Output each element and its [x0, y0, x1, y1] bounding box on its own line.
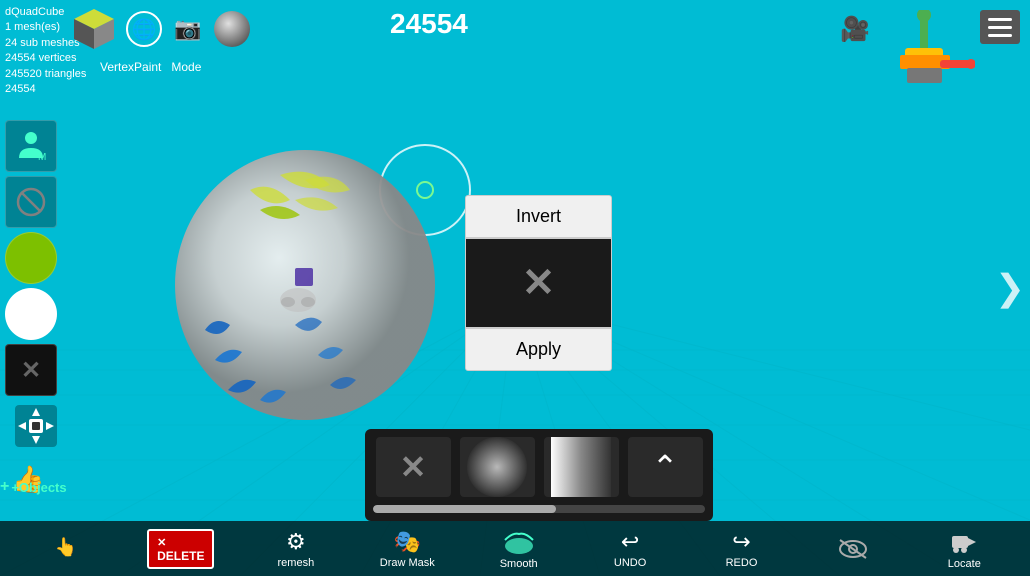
draw-mask-tool[interactable]: 🎭 Draw Mask	[377, 529, 437, 569]
redo-icon: ↪	[732, 529, 750, 555]
brush-x-btn[interactable]: ✕	[376, 437, 451, 497]
video-camera-icon[interactable]: 🎥	[840, 15, 870, 44]
smooth-icon	[503, 528, 535, 556]
brush-gradient-btn[interactable]	[544, 437, 619, 497]
mode-label: Mode	[171, 60, 201, 74]
finger-tool[interactable]: 👆	[36, 537, 96, 560]
remesh-tool[interactable]: ⚙ remesh	[266, 529, 326, 569]
hamburger-line	[988, 26, 1012, 29]
smooth-tool[interactable]: Smooth	[489, 528, 549, 570]
objects-button[interactable]: + +Objects	[0, 478, 67, 496]
delete-label: DELETE	[157, 549, 204, 563]
brush-options-row: ✕ ⌃	[373, 437, 705, 497]
delete-button[interactable]: ✕ DELETE	[147, 529, 214, 569]
invert-label: Invert	[516, 206, 561, 226]
invert-button[interactable]: Invert	[465, 195, 612, 238]
hamburger-menu[interactable]	[980, 10, 1020, 44]
green-circle-tool[interactable]	[5, 232, 57, 284]
apply-button[interactable]: Apply	[465, 328, 612, 371]
slash-tool-btn[interactable]	[5, 176, 57, 228]
brush-fuzzy-btn[interactable]	[460, 437, 535, 497]
right-arrow[interactable]: ❯	[995, 267, 1025, 309]
brush-options-bar: ✕ ⌃	[365, 429, 713, 521]
triangles-count: 245520 triangles	[5, 67, 86, 82]
vertices-count: 24554 vertices	[5, 51, 86, 66]
3d-model	[150, 130, 470, 430]
svg-text:M: M	[38, 152, 46, 163]
chevron-up-icon: ⌃	[652, 448, 679, 486]
top-icon-bar: 🌐 📷	[70, 5, 250, 53]
gradient-brush-preview	[551, 437, 611, 497]
invert-apply-panel: Invert ✕ Apply	[465, 195, 612, 371]
axis-indicator	[875, 10, 975, 90]
delete-tool[interactable]: ✕ DELETE	[147, 529, 214, 569]
eye-slash-icon	[837, 537, 869, 561]
bottom-toolbar: 👆 ✕ DELETE ⚙ remesh 🎭 Draw Mask Smooth ↩…	[0, 521, 1030, 576]
draw-mask-icon: 🎭	[394, 529, 421, 555]
undo-icon: ↩	[621, 529, 639, 555]
black-x-tool[interactable]: ✕	[5, 344, 57, 396]
avatar-tool-btn[interactable]: M	[5, 120, 57, 172]
mask-preview: ✕	[465, 238, 612, 328]
counter-display: 24554	[390, 8, 468, 40]
redo-tool[interactable]: ↪ REDO	[711, 529, 771, 569]
draw-mask-label: Draw Mask	[380, 557, 435, 569]
brush-progress-fill	[373, 505, 556, 513]
objects-label: +Objects	[11, 480, 66, 495]
fuzzy-brush-preview	[467, 437, 527, 497]
hamburger-line	[988, 18, 1012, 21]
counter-value: 24554	[390, 8, 468, 39]
hamburger-line	[988, 34, 1012, 37]
hide-show-tool[interactable]	[823, 537, 883, 561]
locate-icon	[950, 528, 978, 556]
brush-chevron-btn[interactable]: ⌃	[628, 437, 703, 497]
globe-icon[interactable]: 🌐	[126, 11, 162, 47]
locate-tool[interactable]: Locate	[934, 528, 994, 570]
smooth-label: Smooth	[500, 558, 538, 570]
remesh-label: remesh	[278, 557, 315, 569]
brush-progress-bar[interactable]	[373, 505, 705, 513]
remesh-icon: ⚙	[286, 529, 306, 555]
move-tool[interactable]	[10, 400, 62, 457]
left-toolbar: M ✕	[5, 120, 57, 396]
apply-label: Apply	[516, 339, 561, 359]
mesh-id: 24554	[5, 82, 86, 97]
white-circle-tool[interactable]	[5, 288, 57, 340]
vertex-mode-labels: VertexPaint Mode	[100, 60, 201, 74]
undo-tool[interactable]: ↩ UNDO	[600, 529, 660, 569]
undo-label: UNDO	[614, 557, 646, 569]
redo-label: REDO	[726, 557, 758, 569]
sphere-preview	[214, 11, 250, 47]
cube-icon[interactable]	[70, 5, 118, 53]
vertex-paint-label: VertexPaint	[100, 60, 161, 74]
camera-icon[interactable]: 📷	[170, 11, 206, 47]
x-mark-icon: ✕	[522, 260, 556, 306]
locate-label: Locate	[948, 558, 981, 570]
